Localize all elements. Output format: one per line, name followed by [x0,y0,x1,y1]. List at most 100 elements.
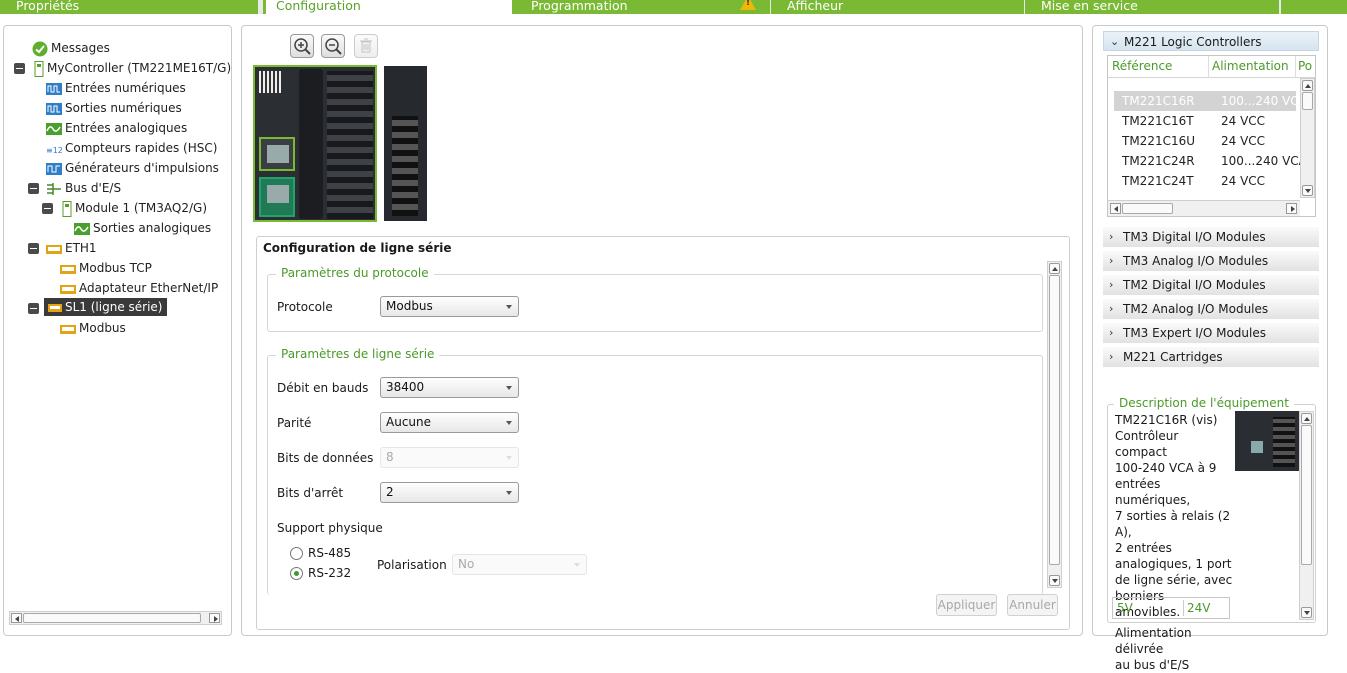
scroll-thumb[interactable] [1302,92,1313,110]
rs485-label[interactable]: RS-485 [308,546,351,560]
table-cell: 24 VCC [1221,134,1266,148]
tree-item-eth1[interactable]: ETH1 [46,239,97,257]
tree-item-hsc[interactable]: ≡123Compteurs rapides (HSC) [46,139,217,157]
parity-select[interactable]: Aucune [380,412,519,433]
tree-label: Sorties analogiques [93,221,212,235]
trash-icon [360,38,372,53]
collapse-toggle-icon[interactable] [14,63,25,74]
collapse-toggle-icon[interactable] [28,303,39,314]
zoom-in-button[interactable] [290,34,314,58]
table-row[interactable]: TM221C16T 24 VCC [1114,111,1296,131]
tree-item-digital-outputs[interactable]: Sorties numériques [46,99,182,117]
apply-button[interactable]: Appliquer [936,594,997,616]
catalog-group-tm3-analog[interactable]: › TM3 Analog I/O Modules [1103,251,1319,271]
collapse-toggle-icon[interactable] [42,203,53,214]
tree-item-module1[interactable]: Module 1 (TM3AQ2/G) [62,199,207,217]
rs485-radio[interactable] [290,547,303,560]
table-row[interactable]: TM221C24R 100...240 VCA [1114,151,1307,171]
scroll-thumb[interactable] [1122,203,1173,214]
tab-afficheur[interactable]: Afficheur [771,0,1024,14]
collapse-toggle-icon[interactable] [28,183,39,194]
scroll-down-icon[interactable] [1301,607,1312,618]
tree-item-sl1[interactable]: SL1 (ligne série) [44,298,167,316]
scroll-thumb[interactable] [1301,425,1312,565]
catalog-group-tm3-expert[interactable]: › TM3 Expert I/O Modules [1103,323,1319,343]
zoom-out-button[interactable] [321,34,345,58]
analog-output-icon [74,222,90,235]
column-divider [1208,56,1209,78]
column-header-power[interactable]: Alimentation [1212,59,1289,73]
warning-icon [740,0,756,10]
column-header-po[interactable]: Po [1298,59,1312,73]
table-cell: 24 VCC [1221,114,1266,128]
table-horizontal-scrollbar[interactable] [1108,200,1300,216]
scroll-left-icon[interactable] [11,613,22,623]
power-table: 5V 24V [1112,597,1230,619]
tree-label: MyController (TM221ME16T/G) [47,61,232,75]
scroll-down-icon[interactable] [1049,575,1060,586]
catalog-group-tm2-analog[interactable]: › TM2 Analog I/O Modules [1103,299,1319,319]
tree-item-digital-inputs[interactable]: Entrées numériques [46,79,186,97]
tree-item-pulse-generators[interactable]: Générateurs d'impulsions [46,159,219,177]
delete-button[interactable] [354,34,378,58]
controller-image[interactable] [253,65,377,222]
configuration-panel: Configuration de ligne série Paramètres … [241,25,1083,636]
scroll-left-icon[interactable] [1110,203,1121,214]
section-title: Configuration de ligne série [263,241,452,255]
table-cell: TM221C16T [1122,114,1194,128]
tab-label: Afficheur [787,0,844,13]
column-header-reference[interactable]: Référence [1112,59,1172,73]
chevron-right-icon: › [1109,302,1114,315]
rs232-label[interactable]: RS-232 [308,566,351,580]
tree-item-modbus[interactable]: Modbus [60,319,126,337]
scroll-right-icon[interactable] [1286,203,1297,214]
module-image[interactable] [384,66,427,221]
cancel-button[interactable]: Annuler [1007,594,1058,616]
collapse-toggle-icon[interactable] [28,243,39,254]
scroll-thumb[interactable] [23,613,201,623]
tree-horizontal-scrollbar[interactable] [9,611,222,625]
tree-item-analog-outputs[interactable]: Sorties analogiques [74,219,211,237]
tab-mise-en-service[interactable]: Mise en service [1025,0,1279,14]
analog-input-icon [46,122,62,135]
protocol-select[interactable]: Modbus [380,296,519,317]
ethernet-ip-icon [60,284,76,294]
catalog-group-tm3-digital[interactable]: › TM3 Digital I/O Modules [1103,227,1319,247]
config-vertical-scrollbar[interactable] [1047,261,1062,588]
table-row[interactable]: TM221C16R 100...240 VCA [1114,91,1307,111]
rs232-radio[interactable] [290,567,303,580]
baud-rate-select[interactable]: 38400 [380,377,519,398]
stop-bits-select[interactable]: 2 [380,482,519,503]
scroll-up-icon[interactable] [1302,80,1313,91]
power-24v: 24V [1187,601,1211,615]
tab-configuration[interactable]: Configuration [263,0,515,14]
description-line: 7 sorties à relais (2 A), [1115,509,1231,539]
tree-item-io-bus[interactable]: Bus d'E/S [46,179,121,197]
data-bits-label: Bits de données [277,451,374,465]
tree-item-analog-inputs[interactable]: Entrées analogiques [46,119,187,137]
scroll-thumb[interactable] [1049,275,1060,565]
catalog-group-m221-cartridges[interactable]: › M221 Cartridges [1103,347,1319,367]
tree-item-messages[interactable]: Messages [32,39,110,57]
module-icon [62,200,72,217]
table-cell: TM221C24R [1122,154,1195,168]
thumbnail-terminal [1273,417,1295,467]
table-row[interactable]: TM221C24T 24 VCC [1114,171,1296,191]
tree-item-modbus-tcp[interactable]: Modbus TCP [60,259,152,277]
table-header: Référence Alimentation Po [1108,56,1315,78]
ethernet-port-icon [46,244,62,254]
tab-programmation[interactable]: Programmation [515,0,770,14]
scroll-up-icon[interactable] [1049,263,1060,274]
scroll-right-icon[interactable] [209,613,220,623]
tree-item-ethernet-ip[interactable]: Adaptateur EtherNet/IP [60,279,218,297]
scroll-up-icon[interactable] [1301,413,1312,424]
table-row[interactable]: TM221C16U 24 VCC [1114,131,1296,151]
description-vertical-scrollbar[interactable] [1299,411,1314,620]
scroll-down-icon[interactable] [1302,185,1313,196]
catalog-group-m221[interactable]: ⌄ M221 Logic Controllers [1103,31,1319,51]
catalog-group-tm2-digital[interactable]: › TM2 Digital I/O Modules [1103,275,1319,295]
tab-proprietes[interactable]: Propriétés [0,0,258,14]
table-vertical-scrollbar[interactable] [1300,78,1315,198]
tree-item-controller[interactable]: MyController (TM221ME16T/G) [34,59,231,77]
tab-extra [1281,0,1347,14]
